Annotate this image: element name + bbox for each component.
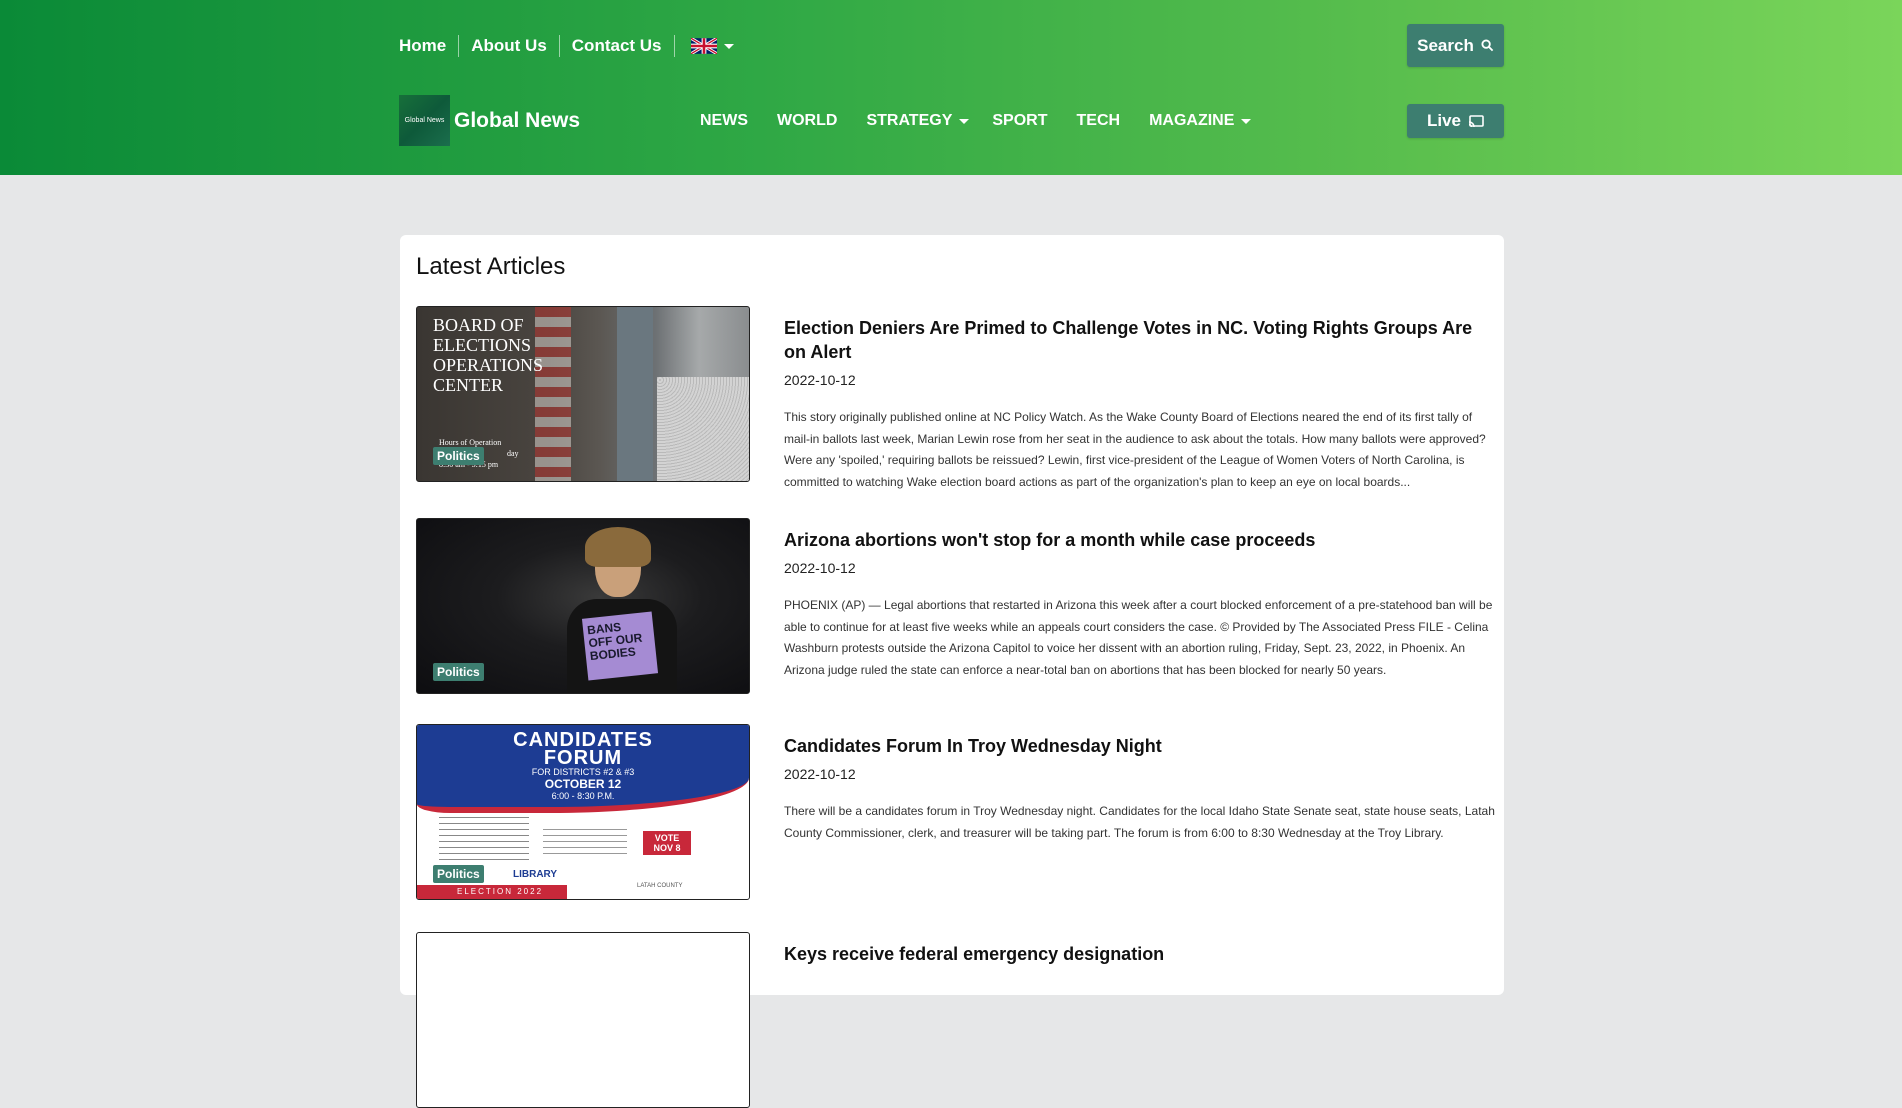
nav-sport[interactable]: SPORT	[992, 109, 1047, 133]
thumb-text-line: CENTER	[433, 375, 503, 395]
divider	[673, 35, 675, 57]
article-thumbnail[interactable]	[416, 932, 750, 1108]
thumb-door-frame	[617, 307, 653, 481]
article-card: CANDIDATES FORUM FOR DISTRICTS #2 & #3 O…	[416, 724, 1496, 904]
nav-strategy[interactable]: STRATEGY	[866, 109, 970, 133]
site-logo: Global News	[399, 95, 450, 146]
category-badge[interactable]: Politics	[433, 865, 484, 883]
site-header: Home About Us Contact Us Search Global N…	[0, 0, 1902, 175]
thumb-text-line: NOV 8	[653, 843, 681, 853]
article-title[interactable]: Keys receive federal emergency designati…	[784, 942, 1496, 966]
thumb-text-line: VOTE	[654, 833, 680, 843]
thumb-stone-panel	[657, 377, 749, 481]
uk-flag-icon	[690, 38, 717, 54]
nav-strategy-label: STRATEGY	[866, 112, 953, 129]
nav-magazine-label: MAGAZINE	[1149, 112, 1235, 129]
article-thumbnail[interactable]: BANS OFF OUR BODIES Politics	[416, 518, 750, 694]
article-title[interactable]: Candidates Forum In Troy Wednesday Night	[784, 734, 1496, 758]
article-thumbnail[interactable]: BOARD OF ELECTIONS OPERATIONS CENTER Hou…	[416, 306, 750, 482]
article-title[interactable]: Arizona abortions won't stop for a month…	[784, 528, 1496, 552]
live-button[interactable]: Live	[1407, 104, 1504, 138]
chevron-down-icon	[959, 118, 970, 124]
category-badge[interactable]: Politics	[433, 663, 484, 681]
main-nav: NEWS WORLD STRATEGY SPORT TECH MAGAZINE	[700, 108, 1274, 134]
search-button-label: Search	[1417, 35, 1474, 55]
nav-world[interactable]: WORLD	[777, 109, 837, 133]
nav-home-link[interactable]: Home	[399, 33, 458, 59]
cast-icon	[1468, 114, 1484, 128]
thumb-poster-latah: LATAH COUNTY	[637, 883, 683, 889]
thumb-text-line: 6:00 - 8:30 P.M.	[551, 791, 615, 801]
nav-contact-link[interactable]: Contact Us	[560, 33, 674, 59]
article-thumbnail[interactable]: CANDIDATES FORUM FOR DISTRICTS #2 & #3 O…	[416, 724, 750, 900]
brand-name: Global News	[454, 108, 581, 132]
thumb-text-line: FORUM	[543, 747, 623, 769]
site-brand[interactable]: Global News Global News	[399, 95, 580, 146]
category-badge[interactable]: Politics	[433, 447, 484, 465]
chevron-down-icon	[1241, 118, 1252, 124]
article-excerpt: PHOENIX (AP) — Legal abortions that rest…	[784, 598, 1493, 677]
search-icon	[1481, 39, 1494, 52]
top-nav: Home About Us Contact Us	[399, 33, 734, 59]
nav-magazine[interactable]: MAGAZINE	[1149, 109, 1252, 133]
thumb-protest-sign: BANS OFF OUR BODIES	[581, 611, 659, 681]
thumb-poster-title: CANDIDATES FORUM	[417, 730, 749, 769]
live-button-label: Live	[1426, 111, 1462, 130]
thumb-poster-footer: ELECTION 2022	[417, 885, 567, 899]
article-date: 2022-10-12	[784, 372, 856, 388]
thumb-text-line: OPERATIONS	[433, 355, 544, 375]
chevron-down-icon	[723, 43, 734, 49]
article-card: BANS OFF OUR BODIES Politics Arizona abo…	[416, 518, 1496, 698]
thumb-sign-text: BOARD OF ELECTIONS OPERATIONS CENTER	[433, 315, 543, 395]
article-excerpt: This story originally published online a…	[784, 410, 1486, 489]
latest-articles-panel: Latest Articles BOARD OF ELECTIONS OPERA…	[400, 235, 1504, 1108]
nav-news[interactable]: NEWS	[700, 109, 748, 133]
search-button[interactable]: Search	[1407, 24, 1504, 67]
thumb-poster-library: LIBRARY	[513, 869, 558, 880]
nav-about-link[interactable]: About Us	[459, 33, 559, 59]
article-date: 2022-10-12	[784, 560, 856, 576]
article-title[interactable]: Election Deniers Are Primed to Challenge…	[784, 316, 1496, 364]
thumb-poster-lines	[439, 817, 529, 863]
article-card: Keys receive federal emergency designati…	[416, 932, 1496, 1108]
article-date: 2022-10-12	[784, 766, 856, 782]
section-title: Latest Articles	[416, 253, 566, 280]
thumb-vote-box: VOTE NOV 8	[643, 831, 691, 855]
thumb-poster-lines	[543, 829, 627, 859]
language-selector[interactable]	[690, 38, 734, 54]
thumb-text-line: ELECTIONS	[433, 335, 531, 355]
article-excerpt: There will be a candidates forum in Troy…	[784, 804, 1495, 840]
thumb-person-hair	[585, 527, 651, 567]
thumb-poster-sub: FOR DISTRICTS #2 & #3 OCTOBER 12 6:00 - …	[417, 767, 749, 802]
thumb-text-line: BOARD OF	[433, 315, 524, 335]
article-card: BOARD OF ELECTIONS OPERATIONS CENTER Hou…	[416, 306, 1496, 489]
thumb-text-line: OCTOBER 12	[544, 777, 622, 791]
nav-tech[interactable]: TECH	[1077, 109, 1121, 133]
